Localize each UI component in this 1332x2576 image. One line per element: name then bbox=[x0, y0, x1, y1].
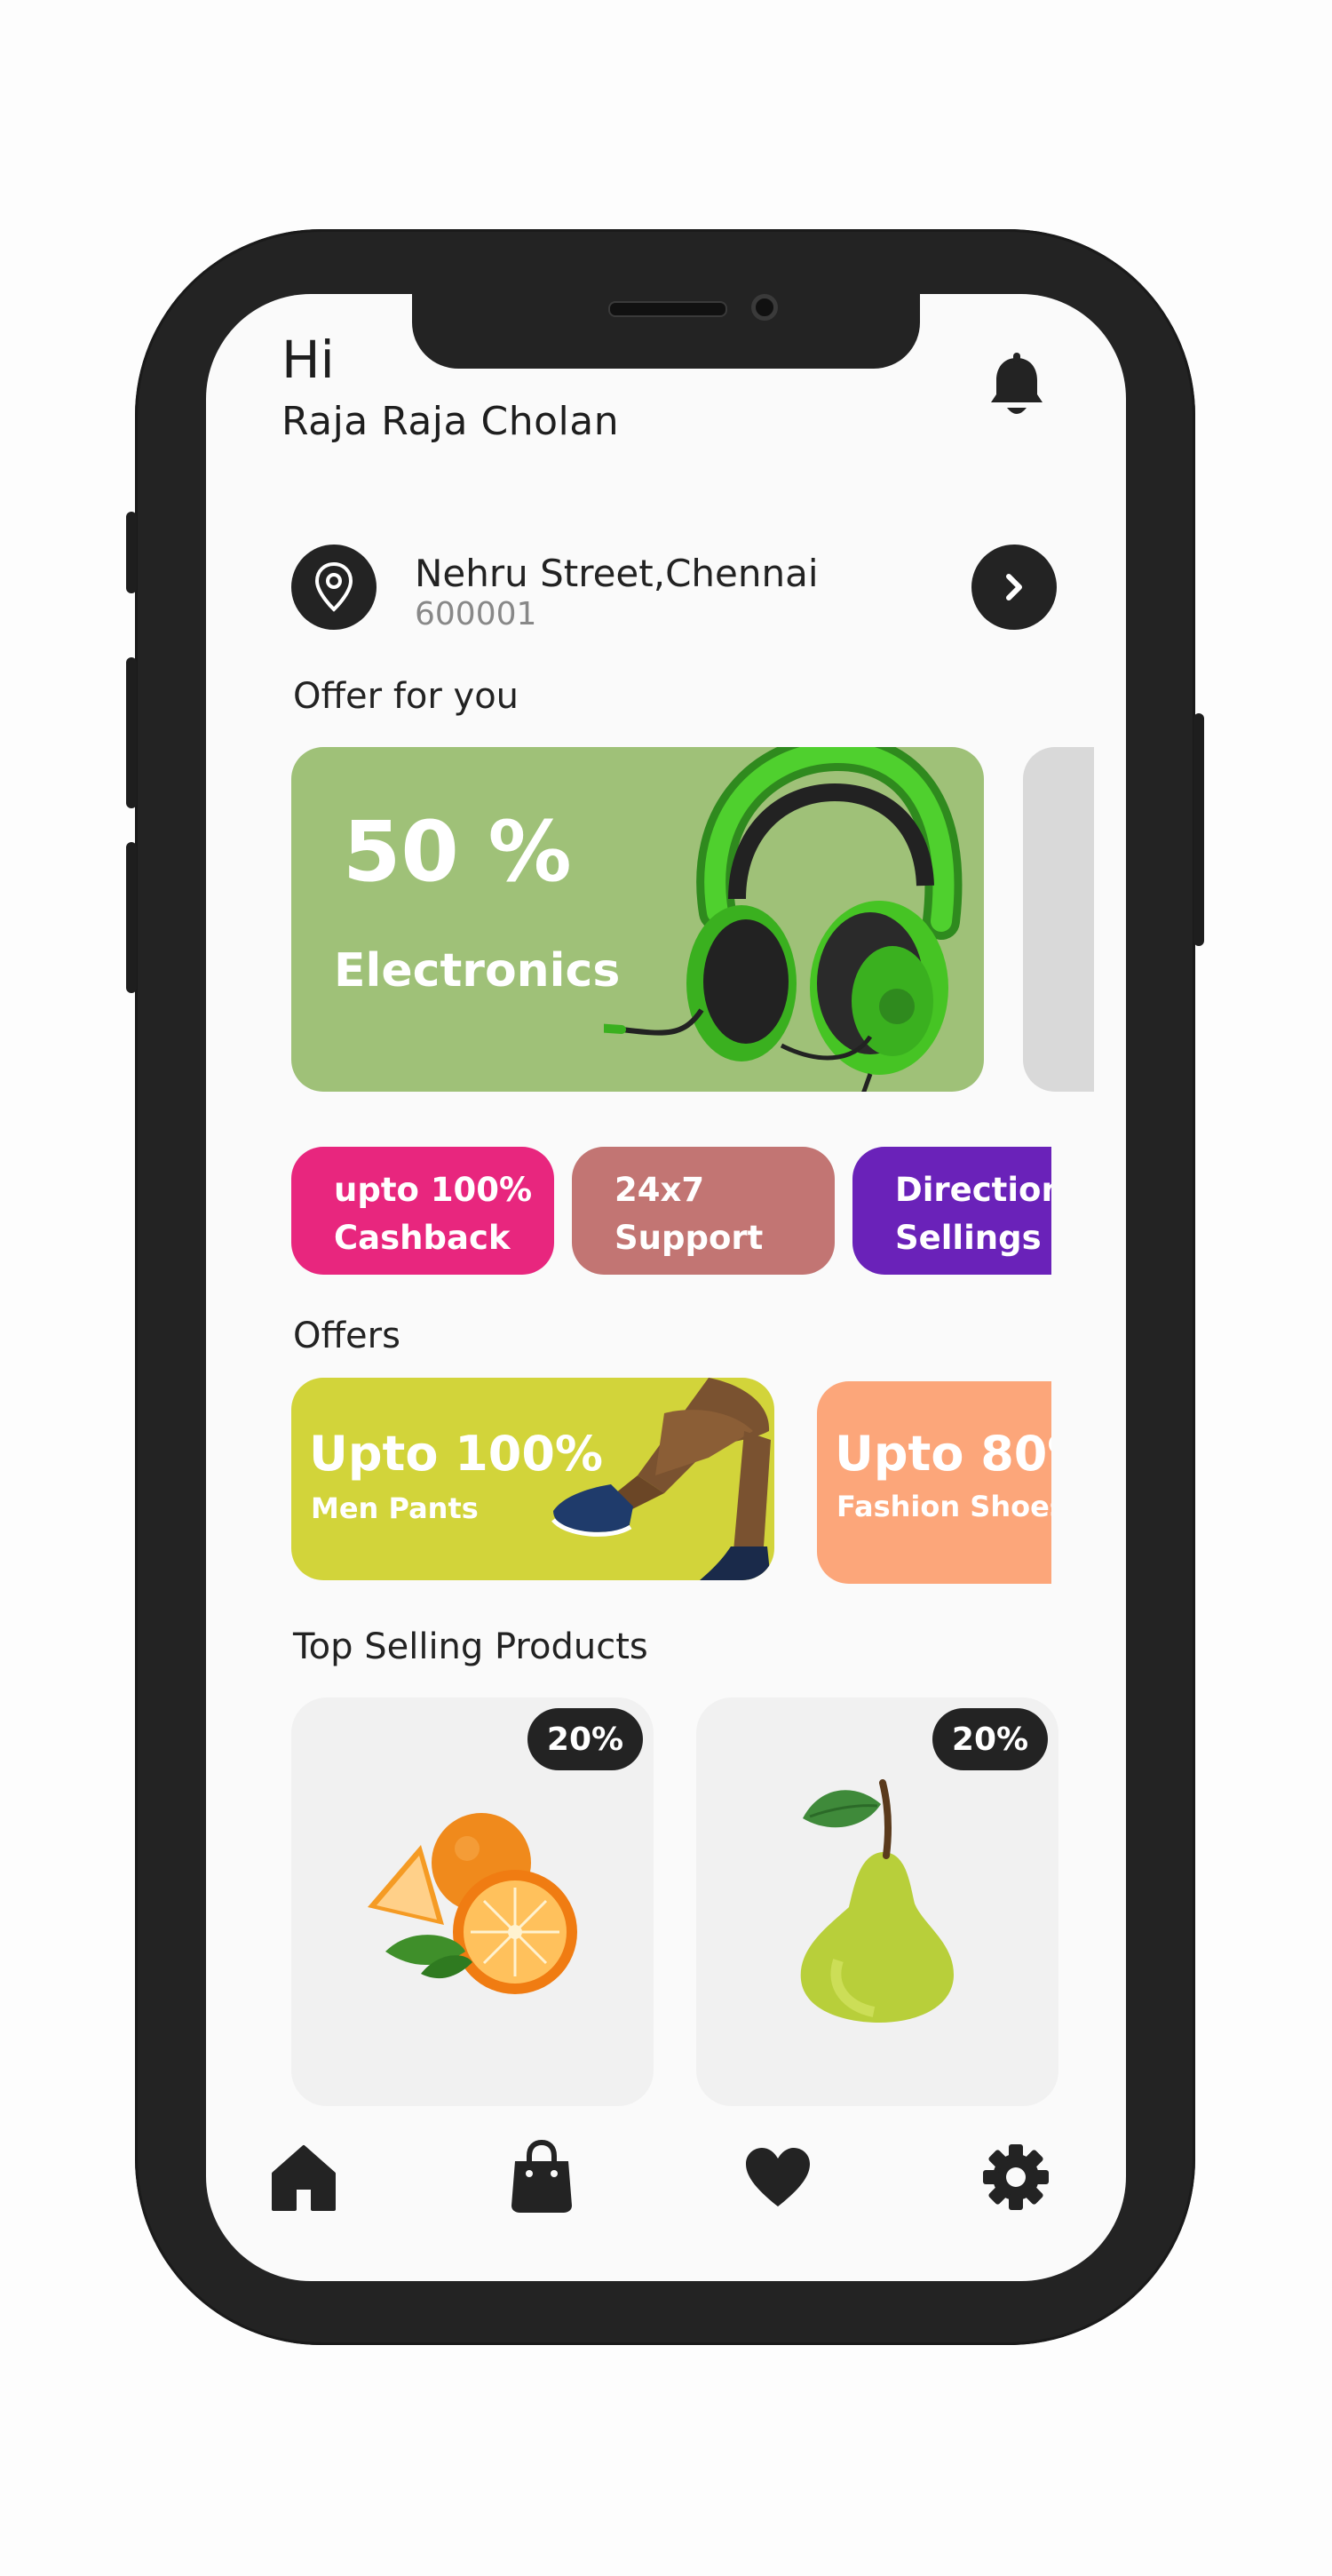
home-icon bbox=[272, 2145, 336, 2211]
chip-support[interactable]: 24x7 Support bbox=[572, 1147, 835, 1275]
promo-label: Men Pants bbox=[311, 1491, 479, 1525]
promo-label: Fashion Shoes bbox=[836, 1490, 1051, 1523]
top-selling-title: Top Selling Products bbox=[293, 1626, 648, 1667]
address-street: Nehru Street,Chennai bbox=[415, 552, 819, 595]
orange-image bbox=[368, 1813, 577, 1994]
offer-percent: 50 % bbox=[343, 804, 572, 901]
location-pin-icon bbox=[291, 545, 377, 630]
nav-favorites[interactable] bbox=[742, 2142, 813, 2213]
discount-badge: 20% bbox=[527, 1708, 643, 1770]
chip-line1: upto 100% bbox=[334, 1171, 533, 1209]
chip-cashback[interactable]: upto 100% Cashback bbox=[291, 1147, 554, 1275]
heart-icon bbox=[746, 2148, 810, 2206]
promo-headline: Upto 80% bbox=[835, 1426, 1051, 1482]
nav-home[interactable] bbox=[268, 2142, 339, 2213]
product-card-pear[interactable]: 20% bbox=[696, 1697, 1058, 2106]
chip-direction-sellings[interactable]: Direction Sellings bbox=[852, 1147, 1051, 1275]
promo-fashion-shoes[interactable]: Upto 80% Fashion Shoes bbox=[817, 1381, 1051, 1584]
camera bbox=[751, 294, 778, 321]
chip-line2: Support bbox=[614, 1219, 764, 1257]
settings-icon bbox=[983, 2144, 1049, 2210]
address-pincode: 600001 bbox=[415, 596, 537, 632]
offer-card-electronics[interactable]: 50 % Electronics bbox=[291, 747, 984, 1092]
pear-image bbox=[800, 1779, 954, 2023]
promo-men-pants[interactable]: Upto 100% Men Pants bbox=[291, 1378, 774, 1580]
greeting: Hi bbox=[281, 330, 335, 390]
location-next-button[interactable] bbox=[971, 545, 1057, 630]
phone-side-button bbox=[126, 512, 137, 593]
chip-line1: Direction bbox=[895, 1171, 1051, 1209]
bell-icon[interactable] bbox=[987, 353, 1046, 422]
phone-side-button bbox=[1193, 713, 1204, 946]
offer-section-title: Offer for you bbox=[293, 676, 519, 717]
headphones-image bbox=[604, 747, 963, 1092]
chip-line2: Cashback bbox=[334, 1219, 511, 1257]
phone-side-button bbox=[126, 657, 137, 808]
phone-frame: Hi Raja Raja Cholan Nehru Street,Chennai… bbox=[126, 229, 1204, 2345]
chip-line1: 24x7 bbox=[614, 1171, 705, 1209]
speaker bbox=[608, 301, 727, 317]
product-card-orange[interactable]: 20% bbox=[291, 1697, 654, 2106]
discount-badge: 20% bbox=[932, 1708, 1048, 1770]
nav-settings[interactable] bbox=[980, 2142, 1051, 2213]
offer-category: Electronics bbox=[334, 944, 621, 998]
chevron-right-icon bbox=[1006, 574, 1022, 600]
chip-line2: Sellings bbox=[895, 1219, 1042, 1257]
shopping-bag-icon bbox=[511, 2140, 572, 2213]
phone-side-button bbox=[126, 842, 137, 993]
nav-bag[interactable] bbox=[506, 2140, 577, 2213]
offer-card-next-peek[interactable] bbox=[1023, 747, 1094, 1092]
app-screen: Hi Raja Raja Cholan Nehru Street,Chennai… bbox=[206, 294, 1126, 2281]
pants-legs-image bbox=[551, 1378, 771, 1580]
offers-section-title: Offers bbox=[293, 1316, 400, 1356]
notch bbox=[412, 294, 920, 369]
user-name: Raja Raja Cholan bbox=[281, 399, 620, 444]
